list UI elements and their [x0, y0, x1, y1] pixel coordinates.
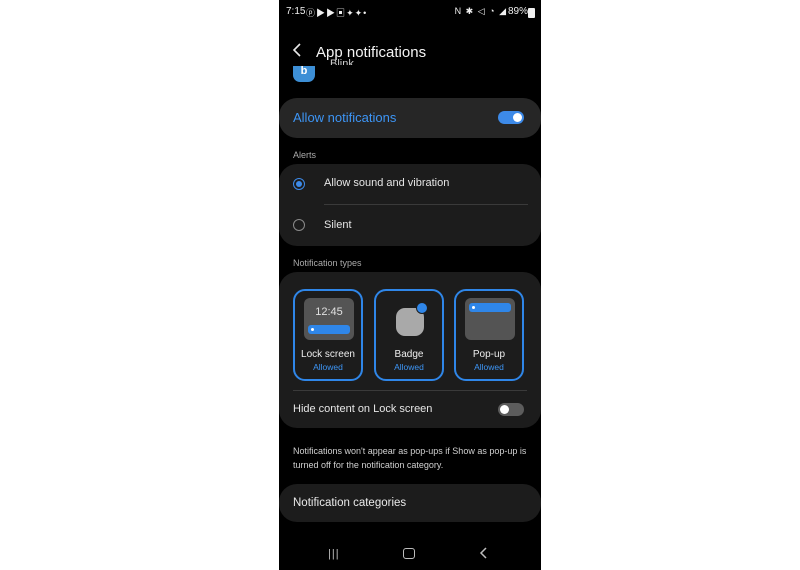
alert-option-label: Silent — [324, 219, 352, 231]
radio-selected[interactable] — [293, 178, 305, 190]
allow-notifications-row[interactable]: Allow notifications — [279, 98, 541, 138]
alert-option-sound[interactable]: Allow sound and vibration — [279, 164, 541, 202]
battery-icon — [528, 8, 535, 18]
signal-icon: ◢ — [499, 6, 507, 16]
dot-icon: • — [363, 8, 368, 18]
home-icon[interactable] — [403, 548, 415, 559]
status-time: 7:15 — [286, 6, 306, 17]
recent-apps-icon[interactable]: ||| — [328, 548, 340, 560]
type-status: Allowed — [394, 362, 424, 372]
type-name: Lock screen — [301, 349, 355, 360]
hide-content-toggle[interactable] — [498, 403, 524, 416]
youtube-icon: ▶ — [316, 8, 327, 18]
phone-screen: 7:15 ⓟ▶▶▣✦✦• N ✱ ◁ ◔ ◢ 89% App notificat… — [279, 0, 541, 570]
bluetooth-icon: ✱ — [465, 6, 475, 16]
toggle-knob — [513, 113, 522, 122]
nfc-icon: N — [454, 6, 463, 16]
type-status: Allowed — [313, 362, 343, 372]
news-icon: ▣ — [336, 8, 347, 18]
notification-categories-row[interactable]: Notification categories — [279, 484, 541, 522]
youtube-icon: ▶ — [326, 8, 337, 18]
alert-option-label: Allow sound and vibration — [324, 177, 450, 189]
type-lock-screen[interactable]: 12:45 Lock screen Allowed — [293, 289, 363, 381]
nav-back-icon[interactable] — [479, 546, 489, 560]
app-icon-glyph: b — [293, 66, 315, 82]
type-name: Badge — [394, 349, 424, 360]
type-popup[interactable]: Pop-up Allowed — [454, 289, 524, 381]
notification-types-card: 12:45 Lock screen Allowed Badge Allowed … — [279, 272, 541, 428]
notification-types-section-label: Notification types — [293, 258, 362, 268]
pinterest-icon: ⓟ — [306, 8, 317, 18]
app-name: Blink — [330, 58, 354, 65]
type-status: Allowed — [474, 362, 504, 372]
navigation-bar: ||| — [279, 538, 541, 568]
alert-option-silent[interactable]: Silent — [279, 206, 541, 244]
header: App notifications — [279, 36, 541, 68]
preview-notification-bar — [308, 325, 350, 334]
wifi-icon: ◔ — [489, 6, 496, 16]
app-icon: b — [293, 66, 317, 84]
divider — [324, 204, 528, 205]
twitter-icon: ✦ — [354, 8, 364, 18]
toggle-knob — [500, 405, 509, 414]
back-button[interactable] — [292, 43, 304, 57]
type-name: Pop-up — [472, 349, 506, 360]
badge-dot-icon — [416, 302, 428, 314]
system-icons: N ✱ ◁ ◔ ◢ — [455, 6, 507, 17]
battery-percent: 89% — [507, 6, 528, 17]
notification-icons: ⓟ▶▶▣✦✦• — [306, 6, 367, 19]
popup-preview — [465, 298, 515, 340]
alerts-section-label: Alerts — [293, 150, 317, 160]
alerts-card: Allow sound and vibration Silent — [279, 164, 541, 246]
radio-unselected[interactable] — [293, 219, 305, 231]
lock-screen-preview: 12:45 — [304, 298, 354, 340]
mute-icon: ◁ — [477, 6, 486, 16]
hide-content-label: Hide content on Lock screen — [293, 403, 433, 415]
status-bar: 7:15 ⓟ▶▶▣✦✦• N ✱ ◁ ◔ ◢ 89% — [279, 0, 541, 24]
divider — [293, 390, 527, 391]
preview-clock: 12:45 — [315, 306, 343, 318]
allow-notifications-label: Allow notifications — [293, 110, 397, 125]
allow-notifications-toggle[interactable] — [498, 111, 524, 124]
type-badge[interactable]: Badge Allowed — [374, 289, 444, 381]
notification-categories-label: Notification categories — [293, 497, 407, 509]
chevron-left-icon — [292, 43, 301, 57]
popup-note: Notifications won't appear as pop-ups if… — [293, 446, 527, 470]
twitter-icon: ✦ — [346, 8, 355, 18]
preview-popup-bar — [469, 303, 511, 312]
